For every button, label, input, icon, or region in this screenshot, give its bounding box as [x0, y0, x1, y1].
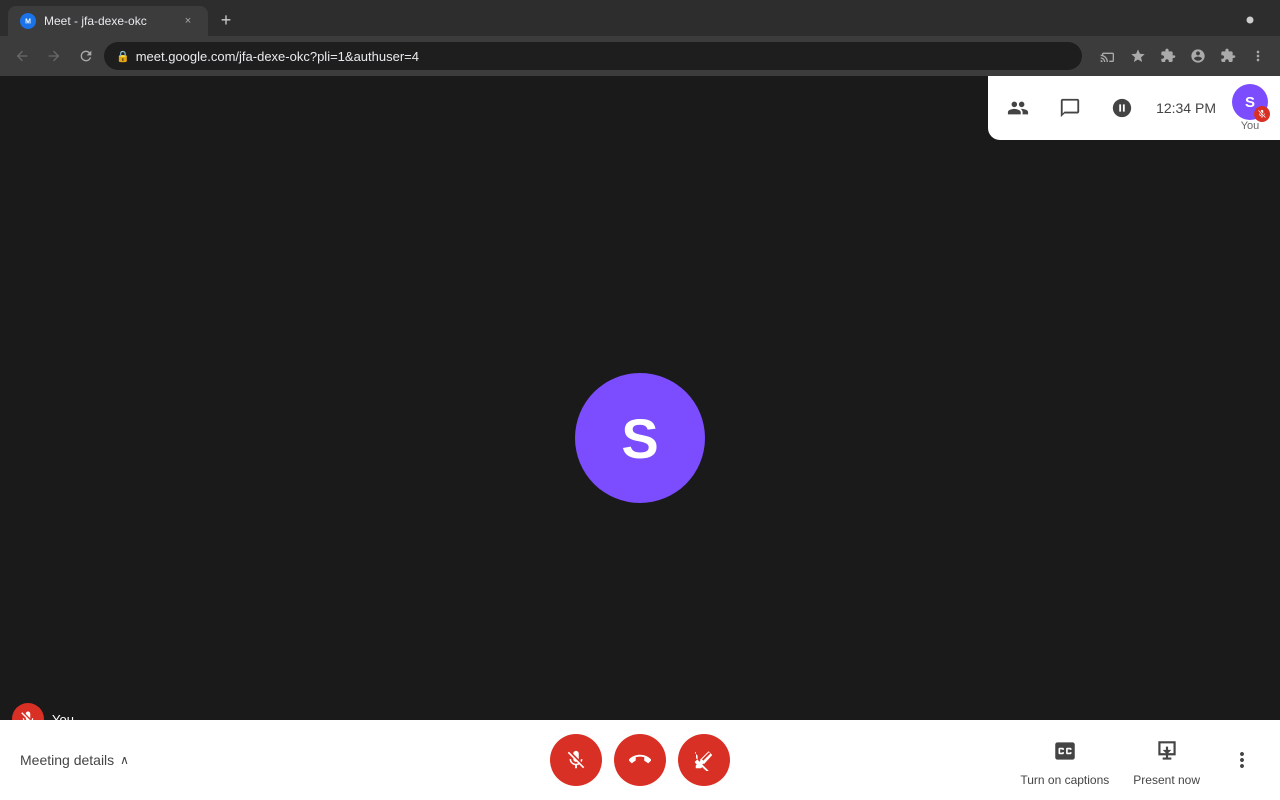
- chevron-up-icon: ∧: [120, 753, 129, 767]
- puzzle-icon[interactable]: [1214, 42, 1242, 70]
- bottom-bar: Meeting details ∧ T: [0, 720, 1280, 800]
- present-now-button[interactable]: Present now: [1133, 733, 1200, 787]
- forward-button[interactable]: [40, 42, 68, 70]
- toggle-camera-button[interactable]: [678, 734, 730, 786]
- controls-right: Turn on captions Present now: [1020, 733, 1260, 787]
- star-icon[interactable]: [1124, 42, 1152, 70]
- menu-icon[interactable]: [1244, 42, 1272, 70]
- tab-title: Meet - jfa-dexe-okc: [44, 14, 172, 28]
- tab-close-button[interactable]: ×: [180, 13, 196, 29]
- address-bar: 🔒 meet.google.com/jfa-dexe-okc?pli=1&aut…: [0, 36, 1280, 76]
- user-avatar[interactable]: S: [1232, 84, 1268, 120]
- url-bar[interactable]: 🔒 meet.google.com/jfa-dexe-okc?pli=1&aut…: [104, 42, 1082, 70]
- user-label: You: [1241, 120, 1260, 132]
- user-avatar-container: S You: [1232, 84, 1268, 132]
- reload-button[interactable]: [72, 42, 100, 70]
- tab-bar: M Meet - jfa-dexe-okc × +: [0, 0, 1280, 36]
- participants-button[interactable]: [1000, 90, 1036, 126]
- present-label: Present now: [1133, 773, 1200, 787]
- chat-button[interactable]: [1052, 90, 1088, 126]
- activities-button[interactable]: [1104, 90, 1140, 126]
- present-icon: [1149, 733, 1185, 769]
- meeting-time: 12:34 PM: [1156, 100, 1216, 116]
- speaker-avatar: S: [575, 373, 705, 503]
- toolbar-icons: [1094, 42, 1272, 70]
- back-button[interactable]: [8, 42, 36, 70]
- minimize-icon[interactable]: [1236, 6, 1264, 34]
- meet-toolbar: 12:34 PM S You: [988, 76, 1280, 140]
- browser-controls-right: [1236, 6, 1272, 34]
- controls-center: [550, 734, 730, 786]
- new-tab-button[interactable]: +: [212, 6, 240, 34]
- muted-badge: [1254, 106, 1270, 122]
- captions-button[interactable]: Turn on captions: [1020, 733, 1109, 787]
- captions-icon: [1047, 733, 1083, 769]
- url-text: meet.google.com/jfa-dexe-okc?pli=1&authu…: [136, 49, 1070, 64]
- tab-favicon: M: [20, 13, 36, 29]
- active-tab[interactable]: M Meet - jfa-dexe-okc ×: [8, 6, 208, 36]
- profile-icon[interactable]: [1184, 42, 1212, 70]
- more-options-button[interactable]: [1224, 742, 1260, 778]
- end-call-button[interactable]: [614, 734, 666, 786]
- lock-icon: 🔒: [116, 50, 130, 63]
- screen-cast-icon[interactable]: [1094, 42, 1122, 70]
- extensions-icon[interactable]: [1154, 42, 1182, 70]
- meet-container: 12:34 PM S You S You Meeting details ∧: [0, 76, 1280, 800]
- meeting-details[interactable]: Meeting details ∧: [20, 752, 129, 768]
- mute-microphone-button[interactable]: [550, 734, 602, 786]
- meeting-details-label: Meeting details: [20, 752, 114, 768]
- svg-text:M: M: [25, 19, 31, 26]
- main-video-area: S: [0, 76, 1280, 800]
- captions-label: Turn on captions: [1020, 773, 1109, 787]
